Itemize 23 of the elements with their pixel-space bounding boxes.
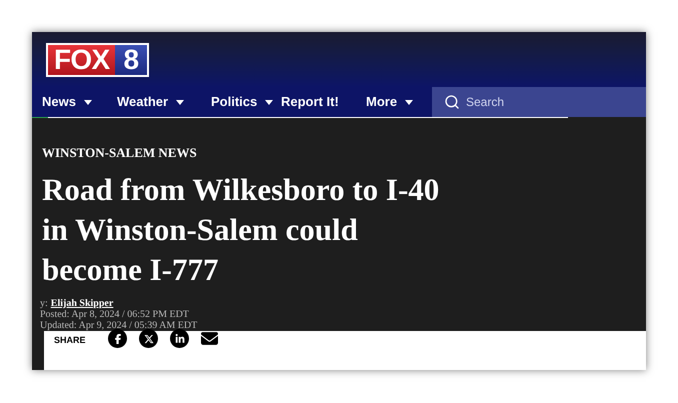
share-label: SHARE <box>54 334 87 347</box>
category-label[interactable]: WINSTON-SALEM NEWS <box>42 146 646 160</box>
author-link[interactable]: Elijah Skipper <box>50 298 114 309</box>
nav-item[interactable]: Weather <box>117 92 211 112</box>
caret-icon <box>84 100 92 104</box>
nav-item[interactable]: News <box>32 92 117 112</box>
email-icon[interactable] <box>201 330 218 347</box>
caret-icon <box>265 100 274 104</box>
caret-icon <box>405 100 414 104</box>
nav-item[interactable]: Report It! <box>281 92 366 112</box>
search-icon <box>444 94 460 110</box>
updated-date: Updated: Apr 9, 2024 / 05:39 AM EDT <box>40 320 198 331</box>
search-field[interactable]: Search <box>432 87 646 117</box>
nav-item[interactable]: More <box>366 92 414 112</box>
posted-date: Posted: Apr 8, 2024 / 06:52 PM EDT <box>40 309 190 320</box>
headline: Road from Wilkesboro to I-40 in Winston-Salem could become I-777 <box>42 171 440 289</box>
x-icon[interactable] <box>139 329 158 348</box>
logo[interactable]: FOX 8 <box>46 42 150 76</box>
byline-label: y: <box>40 298 48 309</box>
nav-item[interactable]: Politics <box>211 92 281 112</box>
linkedin-icon[interactable] <box>170 329 189 348</box>
facebook-icon[interactable] <box>108 329 127 348</box>
caret-icon <box>176 100 184 104</box>
